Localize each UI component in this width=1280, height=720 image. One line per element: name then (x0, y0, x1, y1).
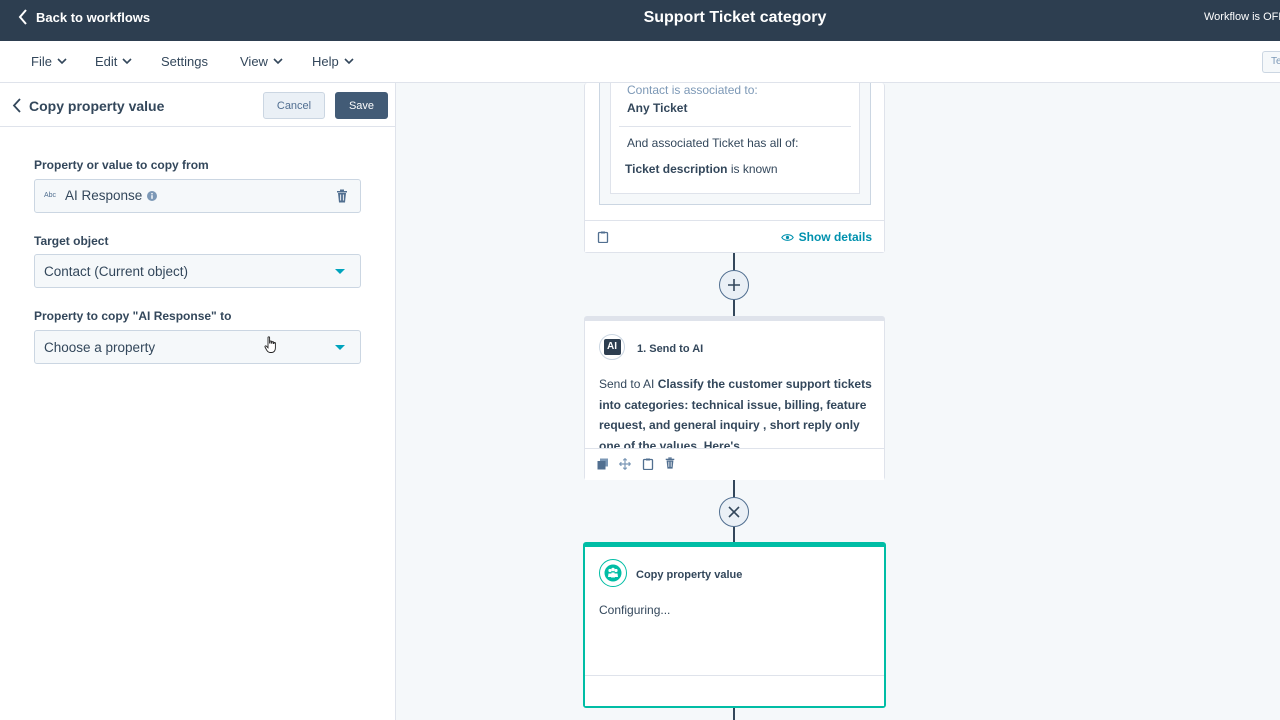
menu-edit-label: Edit (95, 54, 118, 69)
menu-help-label: Help (312, 54, 339, 69)
source-field-label: Property or value to copy from (34, 158, 209, 172)
ai-step-card[interactable]: AI 1. Send to AI Send to AI Classify the… (584, 316, 885, 480)
ai-step-footer (585, 448, 884, 480)
people-icon (604, 564, 622, 582)
connector-line (733, 300, 735, 316)
menu-view[interactable]: View (240, 54, 283, 69)
target-object-value: Contact (Current object) (44, 264, 189, 279)
caret-down-icon (335, 269, 345, 274)
connector-line (733, 527, 735, 542)
info-icon[interactable] (147, 190, 158, 201)
clipboard-icon[interactable] (642, 458, 654, 470)
eye-icon (780, 233, 794, 241)
copy-property-step-status: Configuring... (599, 603, 671, 617)
save-button[interactable]: Save (335, 92, 388, 119)
chevron-down-icon (122, 58, 132, 65)
copy-property-step-card[interactable]: Copy property value Configuring... (583, 542, 886, 708)
menu-help[interactable]: Help (312, 54, 354, 69)
menu-view-label: View (240, 54, 268, 69)
trigger-criteria-inner: Contact is associated to: Any Ticket And… (610, 83, 860, 194)
trash-icon[interactable] (664, 457, 676, 469)
ai-step-body-prefix: Send to AI (599, 377, 658, 391)
copy-property-step-footer (585, 675, 884, 706)
source-property-name: AI Response (65, 188, 143, 203)
trigger-line-1: Contact is associated to: (627, 83, 758, 97)
destination-property-dropdown[interactable]: Choose a property (34, 330, 361, 364)
cancel-button[interactable]: Cancel (263, 92, 325, 119)
trigger-line-2: Any Ticket (627, 101, 688, 115)
top-bar: Back to workflows Support Ticket categor… (0, 0, 1280, 41)
menu-settings[interactable]: Settings (161, 54, 208, 69)
panel-title: Copy property value (29, 98, 165, 114)
clipboard-icon[interactable] (597, 231, 609, 243)
ai-step-title: 1. Send to AI (637, 343, 704, 355)
destination-property-label: Property to copy "AI Response" to (34, 309, 232, 323)
workflow-status[interactable]: Workflow is OFF (1204, 11, 1280, 23)
chevron-down-icon (344, 58, 354, 65)
back-to-workflows-link[interactable]: Back to workflows (18, 9, 150, 25)
show-details-link[interactable]: Show details (780, 230, 872, 244)
copy-icon[interactable] (597, 458, 609, 470)
destination-property-placeholder: Choose a property (44, 340, 156, 355)
trigger-criteria-box: Contact is associated to: Any Ticket And… (599, 83, 871, 205)
chevron-down-icon (273, 58, 283, 65)
enrollment-trigger-card[interactable]: Contact is associated to: Any Ticket And… (584, 83, 885, 253)
chevron-left-icon (18, 9, 27, 25)
source-property-field[interactable]: Abc AI Response (34, 179, 361, 213)
menu-file[interactable]: File (31, 54, 67, 69)
caret-down-icon (335, 345, 345, 350)
trigger-property: Ticket description (625, 162, 728, 176)
test-button[interactable]: Te (1262, 51, 1280, 73)
copy-property-step-icon (599, 559, 627, 587)
move-icon[interactable] (619, 458, 631, 470)
target-object-label: Target object (34, 234, 109, 248)
text-type-badge: Abc (44, 192, 57, 199)
connector-line (733, 708, 735, 720)
chevron-down-icon (57, 58, 67, 65)
chevron-left-icon[interactable] (12, 98, 22, 113)
show-details-label: Show details (798, 230, 872, 244)
hand-cursor-icon (264, 336, 276, 353)
divider (619, 126, 851, 127)
close-icon (728, 506, 740, 518)
source-property-value: AI Response (65, 188, 158, 203)
ai-step-icon: AI (599, 334, 625, 360)
copy-property-step-title: Copy property value (636, 569, 743, 581)
action-config-panel: Copy property value Cancel Save Property… (0, 83, 396, 720)
menu-bar: File Edit Settings View Help Te (0, 41, 1280, 83)
ai-icon-label: AI (603, 339, 621, 355)
trigger-card-footer: Show details (585, 220, 884, 252)
trash-icon[interactable] (336, 189, 348, 203)
connector-line (733, 253, 735, 270)
menu-settings-label: Settings (161, 54, 208, 69)
panel-header: Copy property value Cancel Save (0, 83, 395, 127)
trigger-condition: is known (727, 162, 778, 176)
add-action-button[interactable] (719, 270, 749, 300)
workflow-title: Support Ticket category (643, 9, 827, 26)
plus-icon (728, 279, 740, 291)
menu-file-label: File (31, 54, 52, 69)
trigger-line-3: And associated Ticket has all of: (627, 136, 799, 150)
trigger-line-4: Ticket description is known (625, 162, 778, 176)
back-to-workflows-label: Back to workflows (36, 9, 151, 25)
menu-edit[interactable]: Edit (95, 54, 132, 69)
connector-line (733, 480, 735, 497)
ai-step-body: Send to AI Classify the customer support… (599, 374, 875, 449)
target-object-dropdown[interactable]: Contact (Current object) (34, 254, 361, 288)
cancel-insert-button[interactable] (719, 497, 749, 527)
